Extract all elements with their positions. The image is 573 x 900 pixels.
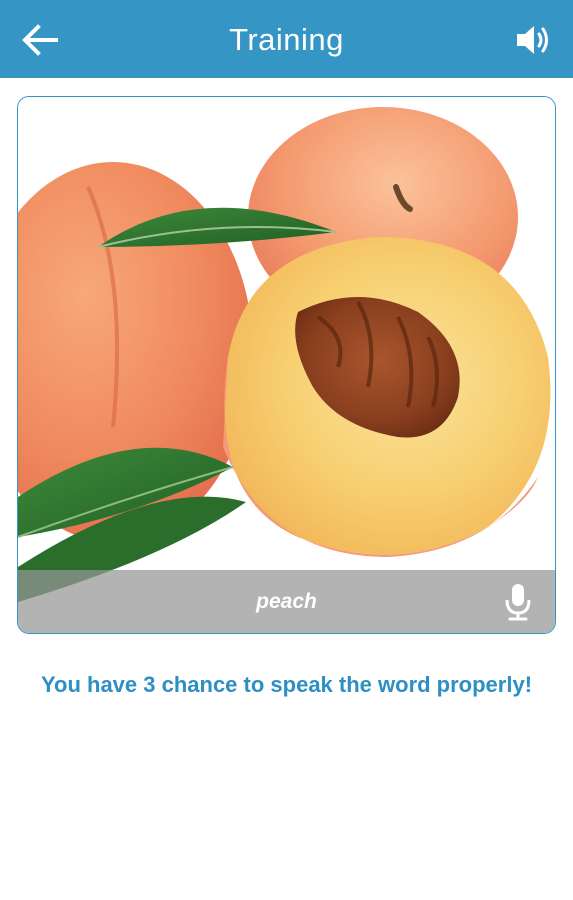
peach-image bbox=[18, 97, 555, 633]
word-label: peach bbox=[256, 590, 317, 613]
sound-button[interactable] bbox=[507, 14, 559, 66]
speaker-icon bbox=[517, 26, 548, 54]
caption-bar: peach bbox=[18, 570, 555, 633]
arrow-left-icon bbox=[22, 24, 58, 56]
microphone-button[interactable] bbox=[499, 580, 537, 624]
page-title: Training bbox=[229, 22, 344, 57]
app-bar: Training bbox=[0, 0, 573, 78]
microphone-icon bbox=[505, 584, 531, 621]
back-button[interactable] bbox=[14, 14, 66, 66]
instruction-message: You have 3 chance to speak the word prop… bbox=[40, 672, 533, 697]
word-card: peach bbox=[17, 96, 556, 634]
training-screen: Training peach You have 3 chance to spea… bbox=[0, 0, 573, 900]
